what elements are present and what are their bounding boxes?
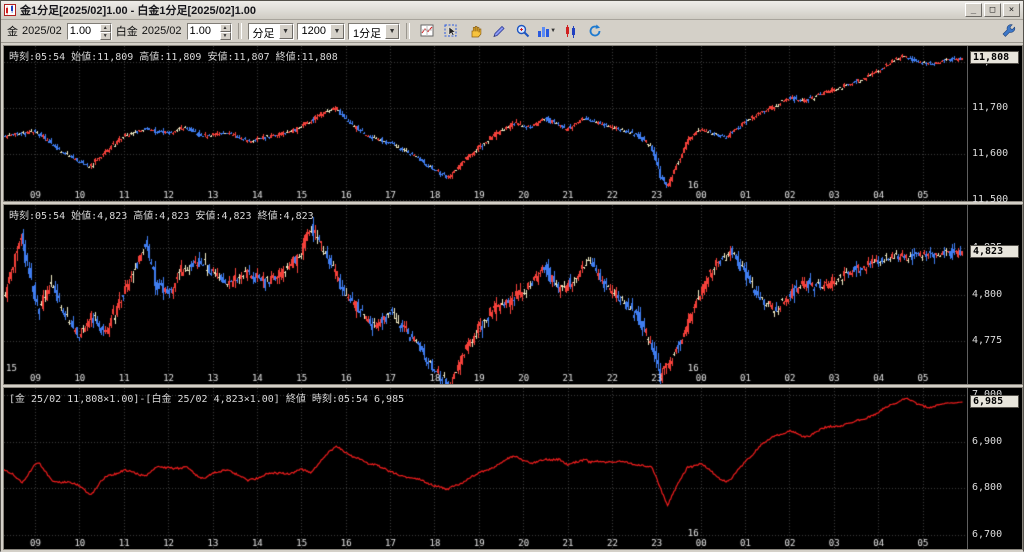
gold-ratio-value[interactable]: 1.00 bbox=[68, 24, 100, 39]
indicator-dropdown-icon: ▼ bbox=[550, 28, 557, 34]
y-axis-label: 6,900 bbox=[972, 435, 1003, 447]
toolbar: 金 2025/02 1.00 ▲ ▼ 白金 2025/02 1.00 ▲ ▼ 分… bbox=[1, 20, 1023, 43]
hand-icon bbox=[471, 26, 481, 38]
gold-price-axis: 11,808 11,80011,70011,60011,500 bbox=[967, 46, 1022, 205]
bar-count-combo[interactable]: 1200 ▼ bbox=[296, 22, 346, 40]
zoom-icon bbox=[516, 24, 529, 38]
chart-type-button[interactable] bbox=[560, 21, 582, 41]
spread-chart-panel: [金 25/02 11,808×1.00]-[白金 25/02 4,823×1.… bbox=[3, 387, 1023, 550]
spread-chart-plot[interactable] bbox=[4, 388, 967, 549]
app-icon bbox=[4, 4, 16, 16]
chart-settings-button[interactable] bbox=[416, 21, 438, 41]
platinum-ratio-up-arrow-icon[interactable]: ▲ bbox=[219, 23, 231, 32]
gold-ratio-spinner[interactable]: 1.00 ▲ ▼ bbox=[66, 22, 112, 40]
platinum-ratio-spinner[interactable]: 1.00 ▲ ▼ bbox=[186, 22, 232, 40]
platinum-contract-month: 2025/02 bbox=[141, 25, 182, 37]
timeframe-combo[interactable]: 1分足 ▼ bbox=[348, 22, 401, 40]
platinum-chart-panel: 時刻:05:54 始値:4,823 高値:4,823 安値:4,823 終値:4… bbox=[3, 204, 1023, 385]
wrench-icon bbox=[1002, 23, 1015, 37]
platinum-chart-plot[interactable] bbox=[4, 205, 967, 384]
settings-button[interactable] bbox=[998, 21, 1019, 40]
draw-tool-button[interactable] bbox=[488, 21, 510, 41]
platinum-ratio-value[interactable]: 1.00 bbox=[188, 24, 220, 39]
gold-contract-month: 2025/02 bbox=[22, 25, 62, 37]
gold-chart-plot[interactable] bbox=[4, 46, 967, 201]
pencil-icon bbox=[493, 25, 505, 38]
app-window: 金1分足[2025/02]1.00 - 白金1分足[2025/02]1.00 _… bbox=[0, 0, 1024, 552]
timeframe-dropdown-icon[interactable]: ▼ bbox=[385, 23, 400, 39]
platinum-ratio-down-arrow-icon[interactable]: ▼ bbox=[219, 31, 231, 40]
chart-area: 時刻:05:54 始値:11,809 高値:11,809 安値:11,807 終… bbox=[1, 43, 1023, 552]
platinum-label: 白金 bbox=[115, 26, 138, 38]
chart-grid-icon bbox=[420, 24, 434, 37]
y-axis-label: 11,600 bbox=[972, 148, 1009, 160]
y-axis-label: 11,700 bbox=[972, 102, 1009, 114]
toolbar-separator bbox=[406, 23, 411, 39]
y-axis-label: 4,775 bbox=[972, 335, 1003, 347]
platinum-price-tag: 4,823 bbox=[970, 244, 1019, 258]
select-cursor-icon bbox=[444, 24, 457, 37]
gold-ratio-up-arrow-icon[interactable]: ▲ bbox=[99, 23, 111, 32]
y-axis-label: 6,800 bbox=[972, 482, 1003, 494]
pan-tool-button[interactable] bbox=[464, 21, 486, 41]
title-bar[interactable]: 金1分足[2025/02]1.00 - 白金1分足[2025/02]1.00 _… bbox=[1, 1, 1023, 20]
gold-ratio-down-arrow-icon[interactable]: ▼ bbox=[99, 31, 111, 40]
refresh-button[interactable] bbox=[584, 21, 606, 41]
gold-chart-info: 時刻:05:54 始値:11,809 高値:11,809 安値:11,807 終… bbox=[9, 52, 338, 63]
toolbar-separator bbox=[237, 23, 242, 39]
bar-count-value[interactable]: 1200 bbox=[298, 24, 330, 39]
platinum-price-axis: 4,823 4,8254,8004,775 bbox=[967, 205, 1022, 384]
close-button[interactable]: × bbox=[1003, 3, 1020, 17]
spread-price-tag: 6,985 bbox=[970, 395, 1019, 408]
maximize-button[interactable]: □ bbox=[984, 3, 1001, 17]
platinum-chart-info: 時刻:05:54 始値:4,823 高値:4,823 安値:4,823 終値:4… bbox=[9, 211, 314, 222]
spread-chart-info: [金 25/02 11,808×1.00]-[白金 25/02 4,823×1.… bbox=[9, 394, 405, 405]
period-type-dropdown-icon[interactable]: ▼ bbox=[278, 23, 293, 39]
spread-price-axis: 6,985 7,0006,9006,8006,700 bbox=[967, 388, 1022, 549]
gold-price-tag: 11,808 bbox=[970, 51, 1019, 65]
y-axis-label: 4,800 bbox=[972, 288, 1003, 300]
gold-chart-panel: 時刻:05:54 始値:11,809 高値:11,809 安値:11,807 終… bbox=[3, 45, 1023, 205]
gold-label: 金 bbox=[7, 26, 18, 38]
period-type-combo[interactable]: 分足 ▼ bbox=[247, 22, 294, 40]
indicator-button[interactable]: ▼ bbox=[536, 21, 558, 41]
timeframe-value[interactable]: 1分足 bbox=[349, 24, 385, 40]
y-axis-label: 6,700 bbox=[972, 529, 1003, 540]
refresh-icon bbox=[589, 24, 601, 37]
window-title: 金1分足[2025/02]1.00 - 白金1分足[2025/02]1.00 bbox=[20, 5, 257, 17]
bar-chart-icon bbox=[538, 27, 550, 37]
minimize-button[interactable]: _ bbox=[965, 3, 982, 17]
bar-count-dropdown-icon[interactable]: ▼ bbox=[330, 23, 345, 39]
select-tool-button[interactable] bbox=[440, 21, 462, 41]
period-type-value[interactable]: 分足 bbox=[249, 24, 279, 40]
zoom-tool-button[interactable] bbox=[512, 21, 534, 41]
candle-chart-icon bbox=[565, 25, 575, 38]
